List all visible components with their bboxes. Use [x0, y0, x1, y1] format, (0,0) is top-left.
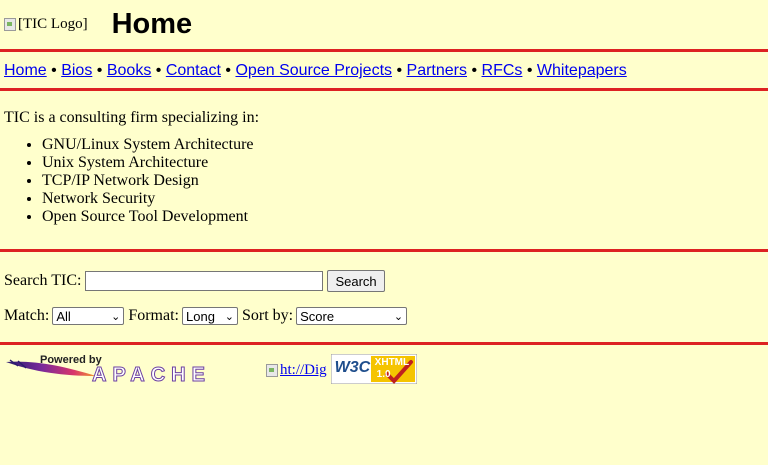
nav-link-books[interactable]: Books — [107, 62, 151, 79]
nav-separator: • — [225, 62, 232, 79]
divider-bottom — [0, 342, 768, 345]
format-select-value: Long — [186, 308, 215, 324]
nav-link-open-source-projects[interactable]: Open Source Projects — [235, 62, 392, 79]
search-form: Search TIC: Search — [4, 270, 385, 292]
match-select[interactable]: All ⌄ — [52, 307, 125, 325]
nav-separator: • — [471, 62, 478, 79]
page-title: Home — [111, 7, 193, 40]
sort-label: Sort by: — [242, 307, 294, 324]
format-label: Format: — [128, 307, 179, 324]
nav-separator: • — [396, 62, 403, 79]
nav-link-bios[interactable]: Bios — [61, 62, 92, 79]
search-button[interactable]: Search — [327, 270, 385, 292]
nav-separator: • — [51, 62, 57, 79]
htdig-link[interactable]: ht://Dig — [280, 362, 327, 379]
main-nav: Home • Bios • Books • Contact • Open Sou… — [4, 62, 627, 80]
search-input[interactable] — [85, 271, 324, 291]
list-item: Open Source Tool Development — [42, 208, 254, 226]
nav-separator: • — [155, 62, 162, 79]
badges: Powered by APACHE ht://Dig W3C XHTML 1.0 — [4, 353, 418, 387]
broken-image-icon — [4, 17, 16, 31]
w3c-text: W3C — [334, 359, 371, 376]
w3c-xhtml-badge[interactable]: W3C XHTML 1.0 — [330, 353, 418, 385]
sort-select[interactable]: Score ⌄ — [296, 307, 408, 325]
tic-logo: [TIC Logo] — [4, 16, 88, 33]
match-label: Match: — [4, 307, 50, 324]
chevron-down-icon: ⌄ — [111, 310, 121, 323]
chevron-down-icon: ⌄ — [224, 310, 234, 323]
tic-logo-alt: [TIC Logo] — [18, 15, 88, 32]
search-label: Search TIC: — [4, 272, 82, 289]
broken-image-icon — [266, 364, 278, 377]
nav-separator: • — [96, 62, 103, 79]
divider-content — [0, 249, 768, 252]
match-select-value: All — [56, 308, 71, 324]
nav-link-partners[interactable]: Partners — [407, 62, 467, 79]
nav-link-whitepapers[interactable]: Whitepapers — [537, 62, 627, 79]
header: [TIC Logo] Home — [4, 6, 192, 42]
chevron-down-icon: ⌄ — [393, 310, 404, 323]
specialties-list: GNU/Linux System Architecture Unix Syste… — [0, 136, 254, 226]
list-item: Unix System Architecture — [42, 154, 254, 172]
nav-link-rfcs[interactable]: RFCs — [482, 62, 523, 79]
intro-text: TIC is a consulting firm specializing in… — [4, 109, 260, 126]
list-item: GNU/Linux System Architecture — [42, 136, 254, 154]
list-item: Network Security — [42, 190, 254, 208]
search-options: Match: All ⌄ Format: Long ⌄ Sort by: Sco… — [4, 307, 411, 325]
apache-wordmark: APACHE — [92, 364, 211, 387]
sort-select-value: Score — [300, 308, 335, 324]
nav-separator: • — [526, 62, 533, 79]
nav-link-contact[interactable]: Contact — [166, 62, 221, 79]
nav-link-home[interactable]: Home — [4, 62, 47, 79]
format-select[interactable]: Long ⌄ — [182, 307, 238, 325]
list-item: TCP/IP Network Design — [42, 172, 254, 190]
xhtml-version: 1.0 — [376, 369, 391, 380]
htdig-badge[interactable]: ht://Dig — [266, 362, 327, 382]
divider-top — [0, 49, 768, 52]
apache-badge[interactable]: Powered by APACHE — [4, 354, 254, 387]
divider-nav — [0, 88, 768, 91]
xhtml-text: XHTML — [374, 357, 410, 368]
